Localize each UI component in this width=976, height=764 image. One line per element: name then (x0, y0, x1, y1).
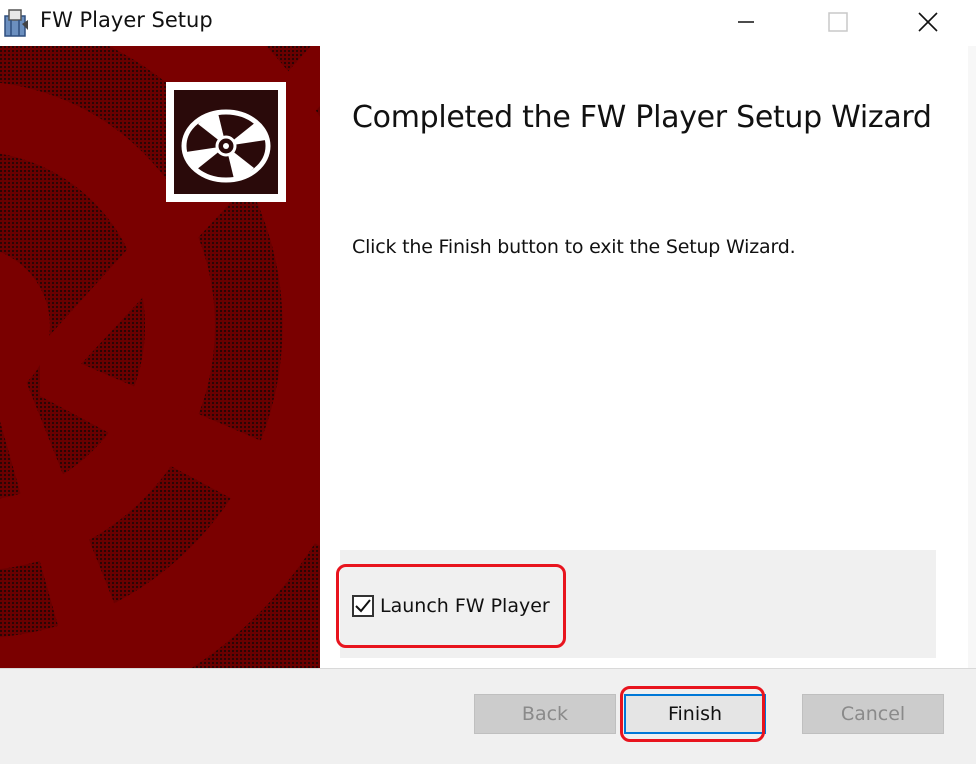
launch-checkbox[interactable] (352, 595, 374, 617)
maximize-button (808, 0, 868, 44)
launch-checkbox-row[interactable]: Launch FW Player (352, 590, 550, 622)
content-edge (968, 46, 976, 668)
close-button[interactable] (898, 0, 958, 44)
checkmark-icon (355, 599, 371, 613)
cancel-button: Cancel (802, 694, 944, 734)
disc-icon (166, 82, 286, 202)
installer-icon (2, 6, 32, 38)
close-icon (918, 12, 938, 32)
maximize-icon (828, 12, 848, 32)
page-title: Completed the FW Player Setup Wizard (352, 100, 932, 135)
minimize-button[interactable] (716, 0, 776, 44)
wizard-banner (0, 46, 320, 668)
back-button: Back (474, 694, 616, 734)
title-bar: FW Player Setup (0, 0, 976, 46)
instruction-text: Click the Finish button to exit the Setu… (352, 236, 796, 258)
minimize-icon (738, 21, 754, 23)
finish-button[interactable]: Finish (624, 694, 766, 734)
launch-checkbox-label[interactable]: Launch FW Player (380, 595, 550, 617)
window-title: FW Player Setup (40, 8, 213, 32)
